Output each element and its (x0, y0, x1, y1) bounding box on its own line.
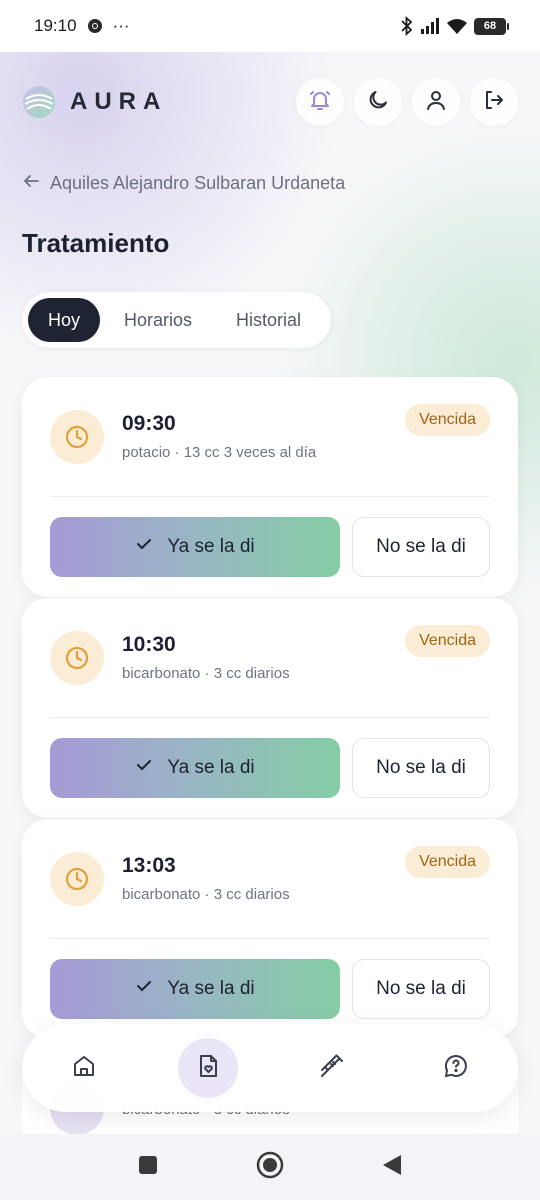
bell-icon (308, 88, 332, 117)
dose-description: bicarbonato · 3 cc diarios (122, 886, 290, 903)
dose-card-header: 09:30 potacio · 13 cc 3 veces al día Ven… (50, 377, 490, 497)
dose-card: 13:03 bicarbonato · 3 cc diarios Vencida… (22, 819, 518, 1039)
dose-info: 10:30 bicarbonato · 3 cc diarios (122, 633, 290, 682)
bluetooth-icon (400, 16, 414, 36)
dose-description: potacio · 13 cc 3 veces al día (122, 444, 317, 461)
logout-button[interactable] (470, 78, 518, 126)
not-given-button[interactable]: No se la di (352, 517, 490, 577)
given-button[interactable]: Ya se la di (50, 738, 340, 798)
status-badge: Vencida (405, 846, 490, 878)
nav-home[interactable] (54, 1038, 114, 1098)
check-icon (135, 756, 153, 780)
logo-text: AURA (70, 88, 168, 115)
syringe-icon (319, 1053, 345, 1084)
tab-horarios[interactable]: Horarios (104, 298, 212, 342)
status-bar-right: 68 (400, 16, 509, 36)
dose-card-header: 13:03 bicarbonato · 3 cc diarios Vencida (50, 819, 490, 939)
dose-info: 13:03 bicarbonato · 3 cc diarios (122, 854, 290, 903)
dose-time: 13:03 (122, 854, 176, 877)
tab-historial[interactable]: Historial (216, 298, 321, 342)
dose-time: 10:30 (122, 633, 176, 656)
nav-help[interactable] (426, 1038, 486, 1098)
battery-icon: 68 (474, 17, 509, 35)
check-icon (135, 535, 153, 559)
battery-level: 68 (483, 20, 497, 32)
dose-card: 10:30 bicarbonato · 3 cc diarios Vencida… (22, 598, 518, 818)
not-given-button[interactable]: No se la di (352, 738, 490, 798)
chrome-icon (87, 18, 103, 34)
status-time: 19:10 (34, 16, 77, 35)
given-button[interactable]: Ya se la di (50, 959, 340, 1019)
tab-hoy[interactable]: Hoy (28, 298, 101, 342)
dose-card-header: 10:30 bicarbonato · 3 cc diarios Vencida (50, 598, 490, 718)
given-button-label: Ya se la di (167, 536, 255, 557)
given-button[interactable]: Ya se la di (50, 517, 340, 577)
nav-treatment[interactable] (178, 1038, 238, 1098)
profile-button[interactable] (412, 78, 460, 126)
given-button-label: Ya se la di (167, 978, 255, 999)
dose-actions: Ya se la di No se la di (50, 497, 490, 597)
status-badge: Vencida (405, 404, 490, 436)
square-recents-icon (138, 1155, 158, 1180)
status-more: ··· (112, 16, 130, 35)
status-bar-left: 19:10 ··· (34, 16, 130, 36)
back-system-button[interactable] (372, 1147, 412, 1187)
logout-icon (482, 88, 506, 117)
wifi-icon (446, 18, 468, 34)
dose-actions: Ya se la di No se la di (50, 718, 490, 818)
status-bar: 19:10 ··· 68 (0, 0, 540, 52)
home-icon (71, 1053, 97, 1084)
dose-time: 09:30 (122, 412, 176, 435)
dose-info: 09:30 potacio · 13 cc 3 veces al día (122, 412, 316, 461)
help-circle-icon (443, 1053, 469, 1084)
notifications-button[interactable] (296, 78, 344, 126)
dark-mode-button[interactable] (354, 78, 402, 126)
arrow-left-icon[interactable] (22, 172, 40, 195)
not-given-button[interactable]: No se la di (352, 959, 490, 1019)
app-header: AURA (22, 76, 518, 128)
aura-logo-icon (22, 85, 56, 119)
header-actions (296, 78, 518, 126)
breadcrumb-patient-name[interactable]: Aquiles Alejandro Sulbaran Urdaneta (50, 173, 345, 194)
dose-description: bicarbonato · 3 cc diarios (122, 665, 290, 682)
nav-medication[interactable] (302, 1038, 362, 1098)
tab-bar: Hoy Horarios Historial (22, 292, 332, 348)
bottom-nav (22, 1024, 518, 1112)
signal-icon (420, 18, 440, 34)
clock-icon (50, 409, 104, 464)
clock-icon (50, 851, 104, 906)
dose-card: 09:30 potacio · 13 cc 3 veces al día Ven… (22, 377, 518, 597)
user-icon (424, 88, 448, 117)
clock-icon (50, 630, 104, 685)
triangle-back-icon (381, 1153, 403, 1182)
check-icon (135, 977, 153, 1001)
moon-icon (366, 88, 390, 117)
recents-button[interactable] (128, 1147, 168, 1187)
breadcrumb[interactable]: Aquiles Alejandro Sulbaran Urdaneta (22, 172, 345, 195)
system-nav-bar (0, 1134, 540, 1200)
page-title: Tratamiento (22, 228, 170, 258)
given-button-label: Ya se la di (167, 757, 255, 778)
home-system-button[interactable] (250, 1147, 290, 1187)
file-heart-icon (195, 1053, 221, 1084)
circle-home-icon (256, 1151, 284, 1184)
status-badge: Vencida (405, 625, 490, 657)
logo[interactable]: AURA (22, 85, 167, 119)
